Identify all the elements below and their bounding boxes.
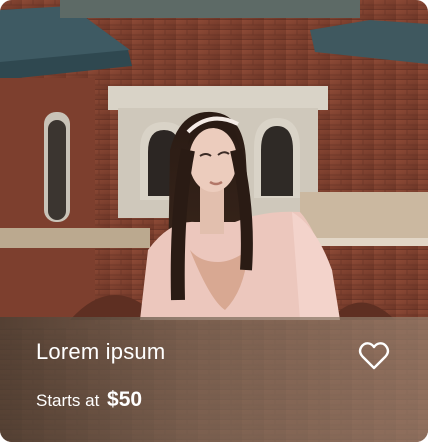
card-title: Lorem ipsum (36, 339, 166, 364)
heart-icon[interactable] (358, 341, 390, 371)
price-line: Starts at $50 (36, 388, 142, 412)
price-value: $50 (107, 388, 143, 411)
product-card[interactable]: Lorem ipsum Starts at $50 (0, 0, 428, 442)
price-prefix: Starts at (36, 391, 100, 410)
card-info-panel (0, 317, 428, 442)
